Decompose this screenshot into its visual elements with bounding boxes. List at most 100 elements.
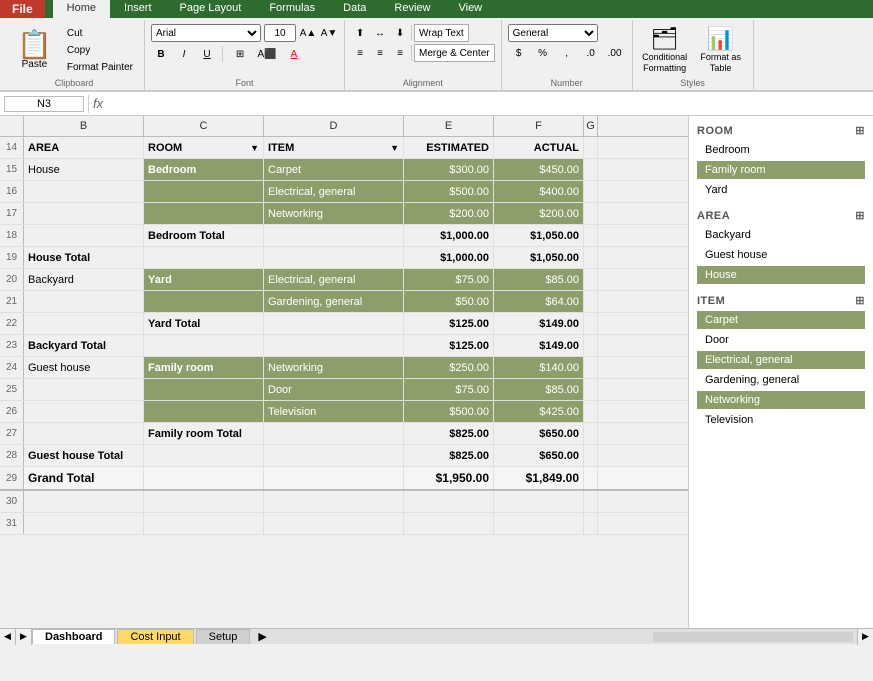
room-filter-item-family-room[interactable]: Family room xyxy=(697,161,865,179)
font-size-decrease-button[interactable]: A▼ xyxy=(320,24,338,42)
tab-dashboard[interactable]: Dashboard xyxy=(32,629,115,644)
item-filter-icon[interactable]: ⊞ xyxy=(855,294,865,307)
cell-e25[interactable]: $75.00 xyxy=(404,379,494,400)
currency-button[interactable]: $ xyxy=(508,44,530,62)
align-middle-button[interactable]: ↔ xyxy=(371,24,389,42)
item-filter-item-carpet[interactable]: Carpet xyxy=(697,311,865,329)
cell-f31[interactable] xyxy=(494,513,584,534)
merge-center-button[interactable]: Merge & Center xyxy=(414,44,495,62)
increase-decimal-button[interactable]: .0 xyxy=(580,44,602,62)
font-name-select[interactable]: Arial xyxy=(151,24,261,42)
cell-d31[interactable] xyxy=(264,513,404,534)
cell-b28[interactable]: Guest house Total xyxy=(24,445,144,466)
wrap-text-button[interactable]: Wrap Text xyxy=(414,24,469,42)
tab-home[interactable]: Home xyxy=(53,0,110,18)
cell-e21[interactable]: $50.00 xyxy=(404,291,494,312)
item-filter-item-television[interactable]: Television xyxy=(697,411,865,429)
cell-f18[interactable]: $1,050.00 xyxy=(494,225,584,246)
tab-formulas[interactable]: Formulas xyxy=(255,0,329,18)
tab-page-layout[interactable]: Page Layout xyxy=(166,0,256,18)
col-header-c[interactable]: C xyxy=(144,116,264,136)
item-filter-item-electrical[interactable]: Electrical, general xyxy=(697,351,865,369)
cell-b26[interactable] xyxy=(24,401,144,422)
file-tab[interactable]: File xyxy=(0,0,45,18)
area-filter-item-house[interactable]: House xyxy=(697,266,865,284)
align-top-button[interactable]: ⬆ xyxy=(351,24,369,42)
cell-b31[interactable] xyxy=(24,513,144,534)
cell-c29[interactable] xyxy=(144,467,264,489)
cell-b22[interactable] xyxy=(24,313,144,334)
cell-c19[interactable] xyxy=(144,247,264,268)
cell-e27[interactable]: $825.00 xyxy=(404,423,494,444)
col-header-b[interactable]: B xyxy=(24,116,144,136)
cell-c24[interactable]: Family room xyxy=(144,357,264,378)
cell-c21[interactable] xyxy=(144,291,264,312)
cell-c18[interactable]: Bedroom Total xyxy=(144,225,264,246)
font-size-input[interactable] xyxy=(264,24,296,42)
fill-color-button[interactable]: A⬛ xyxy=(255,44,279,64)
cell-d18[interactable] xyxy=(264,225,404,246)
cell-d24[interactable]: Networking xyxy=(264,357,404,378)
cell-d23[interactable] xyxy=(264,335,404,356)
item-filter-item-networking[interactable]: Networking xyxy=(697,391,865,409)
room-filter-icon[interactable]: ⊞ xyxy=(855,124,865,137)
cell-f24[interactable]: $140.00 xyxy=(494,357,584,378)
cell-f25[interactable]: $85.00 xyxy=(494,379,584,400)
cell-f26[interactable]: $425.00 xyxy=(494,401,584,422)
cell-b19[interactable]: House Total xyxy=(24,247,144,268)
tab-review[interactable]: Review xyxy=(380,0,444,18)
format-as-table-button[interactable]: 📊 Format as Table xyxy=(695,24,747,76)
cell-b29[interactable]: Grand Total xyxy=(24,467,144,489)
cell-f30[interactable] xyxy=(494,491,584,512)
cell-d28[interactable] xyxy=(264,445,404,466)
font-size-increase-button[interactable]: A▲ xyxy=(299,24,317,42)
room-filter-item-yard[interactable]: Yard xyxy=(697,181,865,199)
cell-b23[interactable]: Backyard Total xyxy=(24,335,144,356)
cell-f29[interactable]: $1,849.00 xyxy=(494,467,584,489)
area-filter-item-guest-house[interactable]: Guest house xyxy=(697,246,865,264)
cell-c31[interactable] xyxy=(144,513,264,534)
cell-d30[interactable] xyxy=(264,491,404,512)
formula-input[interactable] xyxy=(107,98,869,110)
cell-e29[interactable]: $1,950.00 xyxy=(404,467,494,489)
cell-f21[interactable]: $64.00 xyxy=(494,291,584,312)
cell-c16[interactable] xyxy=(144,181,264,202)
cell-d14[interactable]: ITEM▼ xyxy=(264,137,404,158)
cell-c17[interactable] xyxy=(144,203,264,224)
cell-e26[interactable]: $500.00 xyxy=(404,401,494,422)
filter-icon-d14[interactable]: ▼ xyxy=(390,143,399,153)
cell-e28[interactable]: $825.00 xyxy=(404,445,494,466)
paste-button[interactable]: 📋 Paste xyxy=(10,28,59,73)
cell-b20[interactable]: Backyard xyxy=(24,269,144,290)
cell-d20[interactable]: Electrical, general xyxy=(264,269,404,290)
comma-button[interactable]: , xyxy=(556,44,578,62)
cell-d22[interactable] xyxy=(264,313,404,334)
cell-c26[interactable] xyxy=(144,401,264,422)
cell-c27[interactable]: Family room Total xyxy=(144,423,264,444)
font-color-button[interactable]: A xyxy=(282,44,306,64)
cell-e20[interactable]: $75.00 xyxy=(404,269,494,290)
cell-e22[interactable]: $125.00 xyxy=(404,313,494,334)
cell-b27[interactable] xyxy=(24,423,144,444)
cell-d27[interactable] xyxy=(264,423,404,444)
cell-e18[interactable]: $1,000.00 xyxy=(404,225,494,246)
cell-d21[interactable]: Gardening, general xyxy=(264,291,404,312)
cell-f22[interactable]: $149.00 xyxy=(494,313,584,334)
area-filter-icon[interactable]: ⊞ xyxy=(855,209,865,222)
cell-e14[interactable]: ESTIMATED xyxy=(404,137,494,158)
col-header-g[interactable]: G xyxy=(584,116,598,136)
percent-button[interactable]: % xyxy=(532,44,554,62)
tab-cost-input[interactable]: Cost Input xyxy=(117,629,193,644)
cell-e17[interactable]: $200.00 xyxy=(404,203,494,224)
cell-reference-input[interactable] xyxy=(4,96,84,112)
cell-f19[interactable]: $1,050.00 xyxy=(494,247,584,268)
cell-c25[interactable] xyxy=(144,379,264,400)
col-header-e[interactable]: E xyxy=(404,116,494,136)
italic-button[interactable]: I xyxy=(174,44,194,64)
cell-b21[interactable] xyxy=(24,291,144,312)
cell-b16[interactable] xyxy=(24,181,144,202)
scroll-right-button[interactable]: ▶ xyxy=(16,629,32,645)
cell-d19[interactable] xyxy=(264,247,404,268)
cell-f27[interactable]: $650.00 xyxy=(494,423,584,444)
cell-d25[interactable]: Door xyxy=(264,379,404,400)
